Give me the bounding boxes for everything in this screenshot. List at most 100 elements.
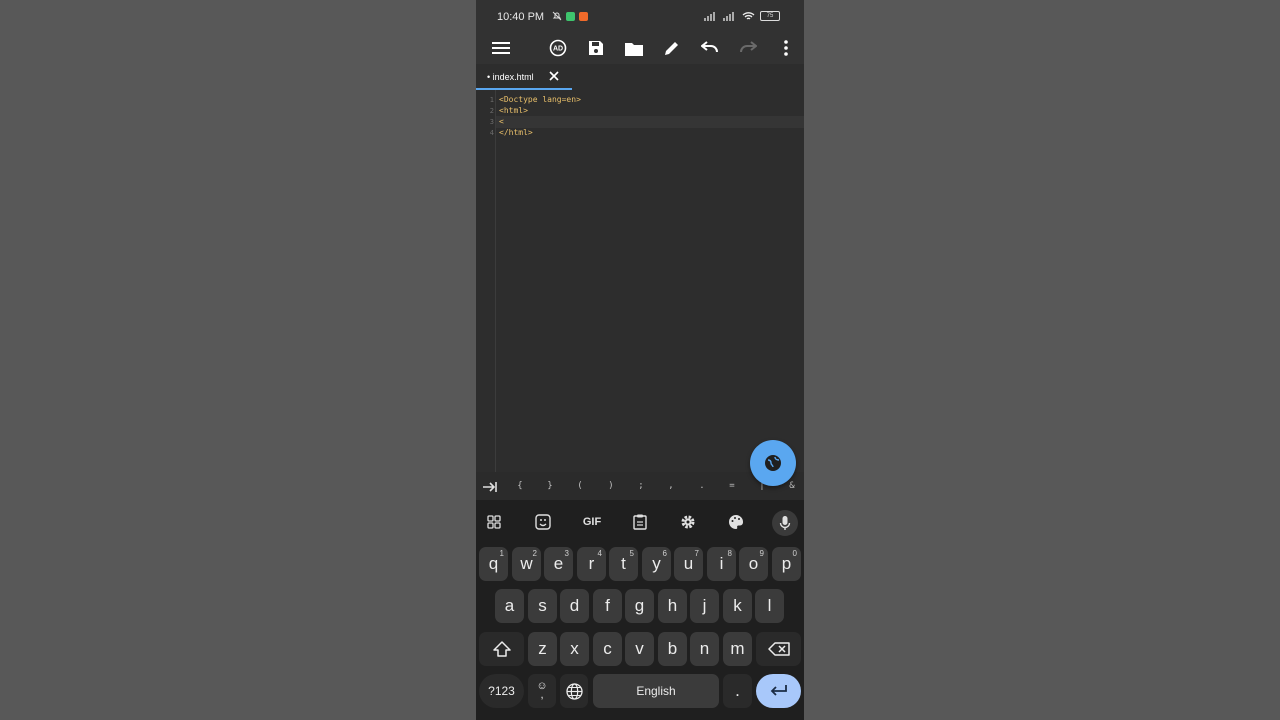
key-label: p <box>781 554 792 573</box>
shift-icon <box>492 641 511 657</box>
key-s[interactable]: s <box>528 589 557 623</box>
key-z[interactable]: z <box>528 632 557 666</box>
key-j[interactable]: j <box>690 589 719 623</box>
symbol-key[interactable]: ; <box>631 481 651 491</box>
key-m[interactable]: m <box>723 632 752 666</box>
current-line-highlight <box>495 116 804 128</box>
on-screen-keyboard: GIF q1 w2 e3 r4 t5 y6 u7 i8 o9 p0 a s d … <box>476 500 804 720</box>
key-d[interactable]: d <box>560 589 589 623</box>
key-label: w <box>520 554 533 573</box>
key-label: o <box>748 554 759 573</box>
code-line: <html> <box>499 106 528 115</box>
more-vert-icon[interactable] <box>774 36 798 60</box>
battery-icon: 75 <box>760 11 780 21</box>
redo-icon[interactable] <box>736 36 760 60</box>
gear-icon[interactable] <box>676 512 700 532</box>
language-key[interactable] <box>560 674 588 708</box>
symbol-key[interactable]: , <box>661 481 681 491</box>
globe-icon <box>565 682 583 700</box>
key-f[interactable]: f <box>593 589 622 623</box>
symbol-key[interactable]: { <box>510 481 530 491</box>
key-g[interactable]: g <box>625 589 654 623</box>
key-o[interactable]: o9 <box>739 547 768 581</box>
ad-icon[interactable]: AD <box>546 36 570 60</box>
key-hint: 3 <box>564 549 569 558</box>
backspace-key[interactable] <box>756 632 801 666</box>
key-r[interactable]: r4 <box>577 547 606 581</box>
save-icon[interactable] <box>584 36 608 60</box>
status-left-icons <box>552 11 588 21</box>
signal-icon <box>723 11 734 21</box>
gif-button[interactable]: GIF <box>579 512 605 532</box>
key-i[interactable]: i8 <box>707 547 736 581</box>
bell-off-icon <box>552 11 562 21</box>
pencil-icon[interactable] <box>660 36 684 60</box>
key-h[interactable]: h <box>658 589 687 623</box>
key-b[interactable]: b <box>658 632 687 666</box>
tab-index-html[interactable]: • index.html <box>476 64 572 90</box>
tab-label: • index.html <box>487 72 534 82</box>
key-a[interactable]: a <box>495 589 524 623</box>
key-u[interactable]: u7 <box>674 547 703 581</box>
key-hint: 6 <box>662 549 667 558</box>
key-p[interactable]: p0 <box>772 547 801 581</box>
sticker-icon[interactable] <box>531 512 555 532</box>
line-number: 4 <box>489 129 494 137</box>
signal-icon <box>704 11 715 21</box>
key-hint: 9 <box>759 549 764 558</box>
svg-text:AD: AD <box>553 46 563 53</box>
line-number: 2 <box>489 107 494 115</box>
phone-screen: 10:40 PM 75 AD • index.html 1 2 3 4 <Doc… <box>476 0 804 720</box>
key-l[interactable]: l <box>755 589 784 623</box>
space-bar[interactable]: English <box>593 674 719 708</box>
code-editor[interactable]: 1 2 3 4 <Doctype lang=en> <html> < </htm… <box>476 90 804 472</box>
menu-icon[interactable] <box>489 36 513 60</box>
key-k[interactable]: k <box>723 589 752 623</box>
key-label: t <box>621 554 626 573</box>
key-hint: 2 <box>532 549 537 558</box>
symbol-bar: { } ( ) ; , . = | & <box>476 476 804 500</box>
key-label: y <box>652 554 661 573</box>
code-line: <Doctype lang=en> <box>499 95 581 104</box>
numbers-key[interactable]: ?123 <box>479 674 524 708</box>
status-right-icons: 75 <box>704 11 780 21</box>
key-x[interactable]: x <box>560 632 589 666</box>
wifi-icon <box>742 12 755 20</box>
line-number: 3 <box>489 118 494 126</box>
symbol-key[interactable]: . <box>692 481 712 491</box>
mic-icon[interactable] <box>772 510 798 536</box>
line-number: 1 <box>489 96 494 104</box>
enter-icon <box>770 685 787 696</box>
symbol-key[interactable]: ) <box>601 481 621 491</box>
key-label: i <box>719 554 724 573</box>
key-hint: 7 <box>694 549 699 558</box>
tab-key-icon[interactable] <box>482 481 498 493</box>
period-key[interactable]: . <box>723 674 752 708</box>
emoji-comma-key[interactable]: ☺ , <box>528 674 556 708</box>
close-icon[interactable] <box>548 70 560 82</box>
symbol-key[interactable]: } <box>540 481 560 491</box>
palette-icon[interactable] <box>724 512 748 532</box>
apps-grid-icon[interactable] <box>482 512 506 532</box>
shift-key[interactable] <box>479 632 524 666</box>
symbol-key[interactable]: ( <box>570 481 590 491</box>
key-label: e <box>553 554 564 573</box>
globe-icon <box>765 455 781 471</box>
app-notification-icon <box>579 11 588 21</box>
code-line: </html> <box>499 128 533 137</box>
key-w[interactable]: w2 <box>512 547 541 581</box>
key-n[interactable]: n <box>690 632 719 666</box>
key-c[interactable]: c <box>593 632 622 666</box>
folder-icon[interactable] <box>622 36 646 60</box>
key-t[interactable]: t5 <box>609 547 638 581</box>
key-q[interactable]: q1 <box>479 547 508 581</box>
key-y[interactable]: y6 <box>642 547 671 581</box>
key-e[interactable]: e3 <box>544 547 573 581</box>
enter-key[interactable] <box>756 674 801 708</box>
key-v[interactable]: v <box>625 632 654 666</box>
symbol-key[interactable]: = <box>722 481 742 491</box>
clipboard-icon[interactable] <box>628 512 652 532</box>
undo-icon[interactable] <box>698 36 722 60</box>
editor-toolbar: AD <box>476 32 804 64</box>
preview-fab-button[interactable] <box>750 440 796 486</box>
